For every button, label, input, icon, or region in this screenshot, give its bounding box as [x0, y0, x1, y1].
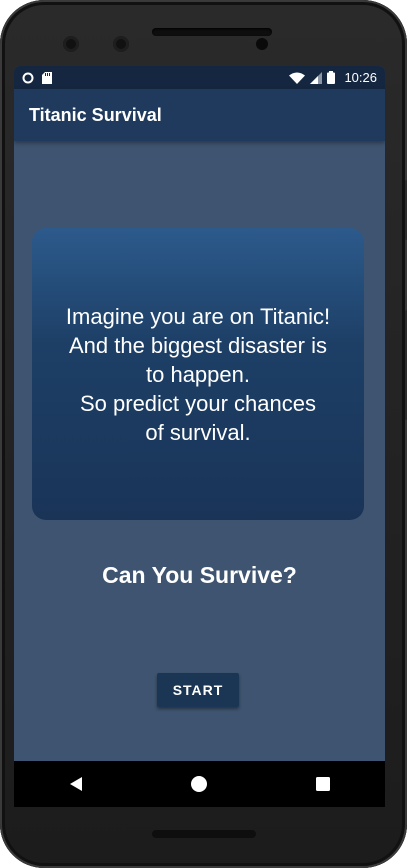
- app-screen: 10:26 Titanic Survival Imagine you are o…: [14, 66, 385, 807]
- nav-back-button[interactable]: [51, 764, 101, 804]
- recents-icon: [316, 777, 331, 791]
- intro-card: Imagine you are on Titanic! And the bigg…: [32, 228, 364, 520]
- signal-icon: [310, 71, 323, 84]
- earpiece-speaker: [152, 28, 272, 36]
- proximity-sensor: [256, 38, 268, 50]
- app-bar: Titanic Survival: [14, 89, 385, 141]
- front-sensor-icon: [113, 36, 129, 52]
- status-bar: 10:26: [14, 66, 385, 89]
- start-button[interactable]: START: [157, 673, 239, 707]
- intro-text: Imagine you are on Titanic! And the bigg…: [65, 303, 331, 445]
- nav-recents-button[interactable]: [298, 764, 348, 804]
- bottom-speaker: [152, 830, 256, 838]
- status-time: 10:26: [344, 70, 377, 85]
- system-nav-bar: [14, 761, 385, 807]
- status-left-icons: [14, 71, 52, 84]
- wifi-icon: [289, 72, 306, 84]
- home-icon: [191, 776, 208, 792]
- app-title: Titanic Survival: [29, 104, 162, 125]
- front-camera-icon: [63, 36, 79, 52]
- circle-status-icon: [22, 72, 34, 83]
- sd-card-icon: [42, 71, 52, 84]
- survive-headline: Can You Survive?: [102, 562, 297, 588]
- battery-icon: [327, 71, 336, 84]
- back-icon: [69, 777, 82, 791]
- status-right-icons: 10:26: [289, 70, 385, 85]
- nav-home-button[interactable]: [174, 764, 224, 804]
